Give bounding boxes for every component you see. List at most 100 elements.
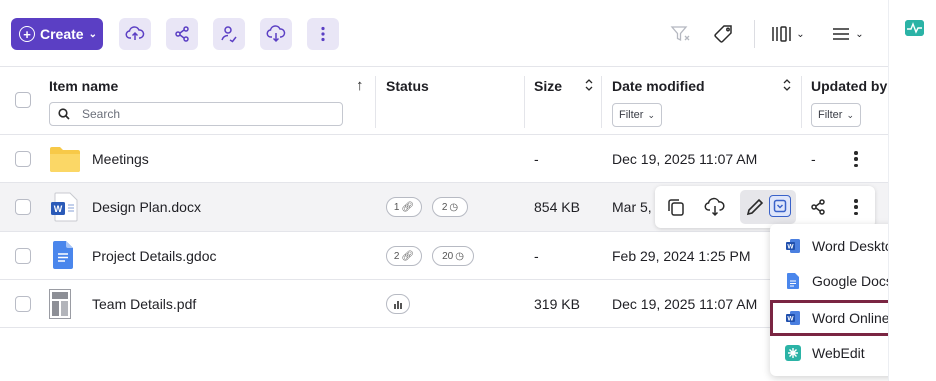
chevron-down-icon: ⌄	[647, 109, 655, 120]
search-icon	[58, 108, 70, 120]
right-sidebar	[888, 0, 936, 381]
row-more-button[interactable]	[848, 197, 864, 217]
status-link-count[interactable]: 2 🔗︎	[386, 246, 422, 266]
row-checkbox[interactable]	[15, 151, 31, 167]
svg-text:W: W	[54, 204, 63, 214]
chevron-down-icon: ⌄	[855, 28, 864, 40]
menu-item-label: Word Online	[812, 310, 890, 326]
chevron-down-icon: ⌄	[846, 109, 854, 120]
clock-icon: ◷	[449, 201, 459, 213]
menu-item-label: WebEdit	[812, 345, 865, 361]
item-name[interactable]: Project Details.gdoc	[92, 248, 217, 264]
sort-icon[interactable]	[584, 77, 594, 93]
copy-button[interactable]	[664, 195, 688, 219]
table-row[interactable]: Project Details.gdoc 2 🔗︎ 20 ◷ - Feb 29,…	[0, 232, 888, 280]
item-name[interactable]: Meetings	[92, 151, 149, 167]
status-link-count[interactable]: 1 🔗︎	[386, 197, 422, 217]
download-button[interactable]	[260, 18, 292, 50]
status-analytics[interactable]	[386, 294, 410, 314]
download-icon	[266, 25, 286, 43]
clear-filter-button[interactable]	[670, 22, 692, 46]
item-size: 854 KB	[534, 199, 580, 215]
table-row[interactable]: Team Details.pdf 319 KB Dec 19, 2025 11:…	[0, 280, 888, 328]
assign-button[interactable]	[213, 18, 245, 50]
sort-ascending-icon[interactable]: ↑	[356, 77, 364, 94]
item-updated-by: -	[811, 151, 816, 167]
item-size: 319 KB	[534, 296, 580, 312]
google-doc-icon	[53, 241, 73, 269]
select-all-checkbox[interactable]	[15, 92, 31, 108]
chevron-down-icon	[773, 199, 787, 213]
download-button[interactable]	[703, 195, 727, 219]
row-checkbox[interactable]	[15, 199, 31, 215]
item-name[interactable]: Design Plan.docx	[92, 199, 201, 215]
menu-item-label: Google Docs	[812, 273, 893, 289]
columns-icon	[772, 26, 792, 42]
more-icon	[321, 26, 325, 42]
table-row[interactable]: Meetings - Dec 19, 2025 11:07 AM -	[0, 135, 888, 183]
column-divider	[524, 76, 525, 128]
bar-chart-icon	[394, 301, 402, 309]
create-button[interactable]: + Create ⌄	[11, 18, 103, 50]
open-with-dropdown-button[interactable]	[769, 195, 791, 217]
tag-icon	[714, 25, 732, 43]
column-divider	[601, 76, 602, 128]
word-icon: W	[786, 311, 800, 325]
item-date-modified: Feb 29, 2024 1:25 PM	[612, 248, 751, 264]
list-view-button[interactable]: ⌄	[828, 22, 866, 46]
share-icon	[811, 199, 825, 215]
item-size: -	[534, 151, 539, 167]
version-count: 2	[441, 201, 448, 213]
google-docs-icon	[787, 273, 799, 289]
sort-icon[interactable]	[782, 77, 792, 93]
share-button[interactable]	[166, 18, 198, 50]
status-version-count[interactable]: 20 ◷	[432, 246, 474, 266]
link-icon: 🔗︎	[401, 201, 415, 213]
clear-filter-icon	[670, 26, 690, 42]
page: + Create ⌄ ⌄ ⌄ Item name ↑ Search Status…	[0, 0, 936, 381]
item-date-modified: Dec 19, 2025 11:07 AM	[612, 296, 758, 312]
search-input[interactable]: Search	[49, 102, 343, 126]
link-count: 2	[393, 250, 400, 262]
header-status[interactable]: Status	[386, 78, 429, 94]
header-size[interactable]: Size	[534, 78, 562, 94]
row-divider	[0, 327, 888, 328]
chevron-down-icon: ⌄	[88, 28, 97, 40]
share-button[interactable]	[806, 195, 830, 219]
columns-button[interactable]: ⌄	[768, 22, 806, 46]
version-count: 20	[442, 250, 454, 262]
row-checkbox[interactable]	[15, 296, 31, 312]
status-version-count[interactable]: 2 ◷	[432, 197, 468, 217]
link-count: 1	[393, 201, 400, 213]
upload-button[interactable]	[119, 18, 151, 50]
share-icon	[175, 26, 189, 42]
svg-text:W: W	[787, 244, 794, 251]
webedit-icon	[785, 345, 801, 361]
word-file-icon: W	[51, 192, 78, 222]
create-label: Create	[40, 26, 84, 42]
column-divider	[375, 76, 376, 128]
file-browser: + Create ⌄ ⌄ ⌄ Item name ↑ Search Status…	[0, 0, 911, 381]
tag-button[interactable]	[712, 22, 736, 46]
list-view-icon	[833, 28, 850, 40]
updated-by-filter-dropdown[interactable]: Filter ⌄	[811, 103, 861, 127]
plus-icon: +	[19, 26, 35, 42]
pdf-thumbnail-icon	[49, 289, 71, 319]
row-more-button[interactable]	[848, 149, 864, 169]
upload-icon	[125, 26, 145, 40]
activity-icon[interactable]	[905, 20, 924, 36]
header-updated-by[interactable]: Updated by	[811, 78, 887, 94]
item-name[interactable]: Team Details.pdf	[92, 296, 196, 312]
row-checkbox[interactable]	[15, 248, 31, 264]
edit-button[interactable]	[743, 195, 767, 219]
table-top-border	[0, 66, 888, 67]
date-filter-dropdown[interactable]: Filter ⌄	[612, 103, 662, 127]
item-date-modified: Dec 19, 2025 11:07 AM	[612, 151, 758, 167]
download-icon	[704, 197, 725, 217]
header-date-modified[interactable]: Date modified	[612, 78, 705, 94]
search-placeholder: Search	[82, 107, 121, 121]
filter-label: Filter	[619, 109, 644, 121]
more-button[interactable]	[307, 18, 339, 50]
header-item-name[interactable]: Item name	[49, 78, 118, 94]
chevron-down-icon: ⌄	[796, 28, 805, 40]
